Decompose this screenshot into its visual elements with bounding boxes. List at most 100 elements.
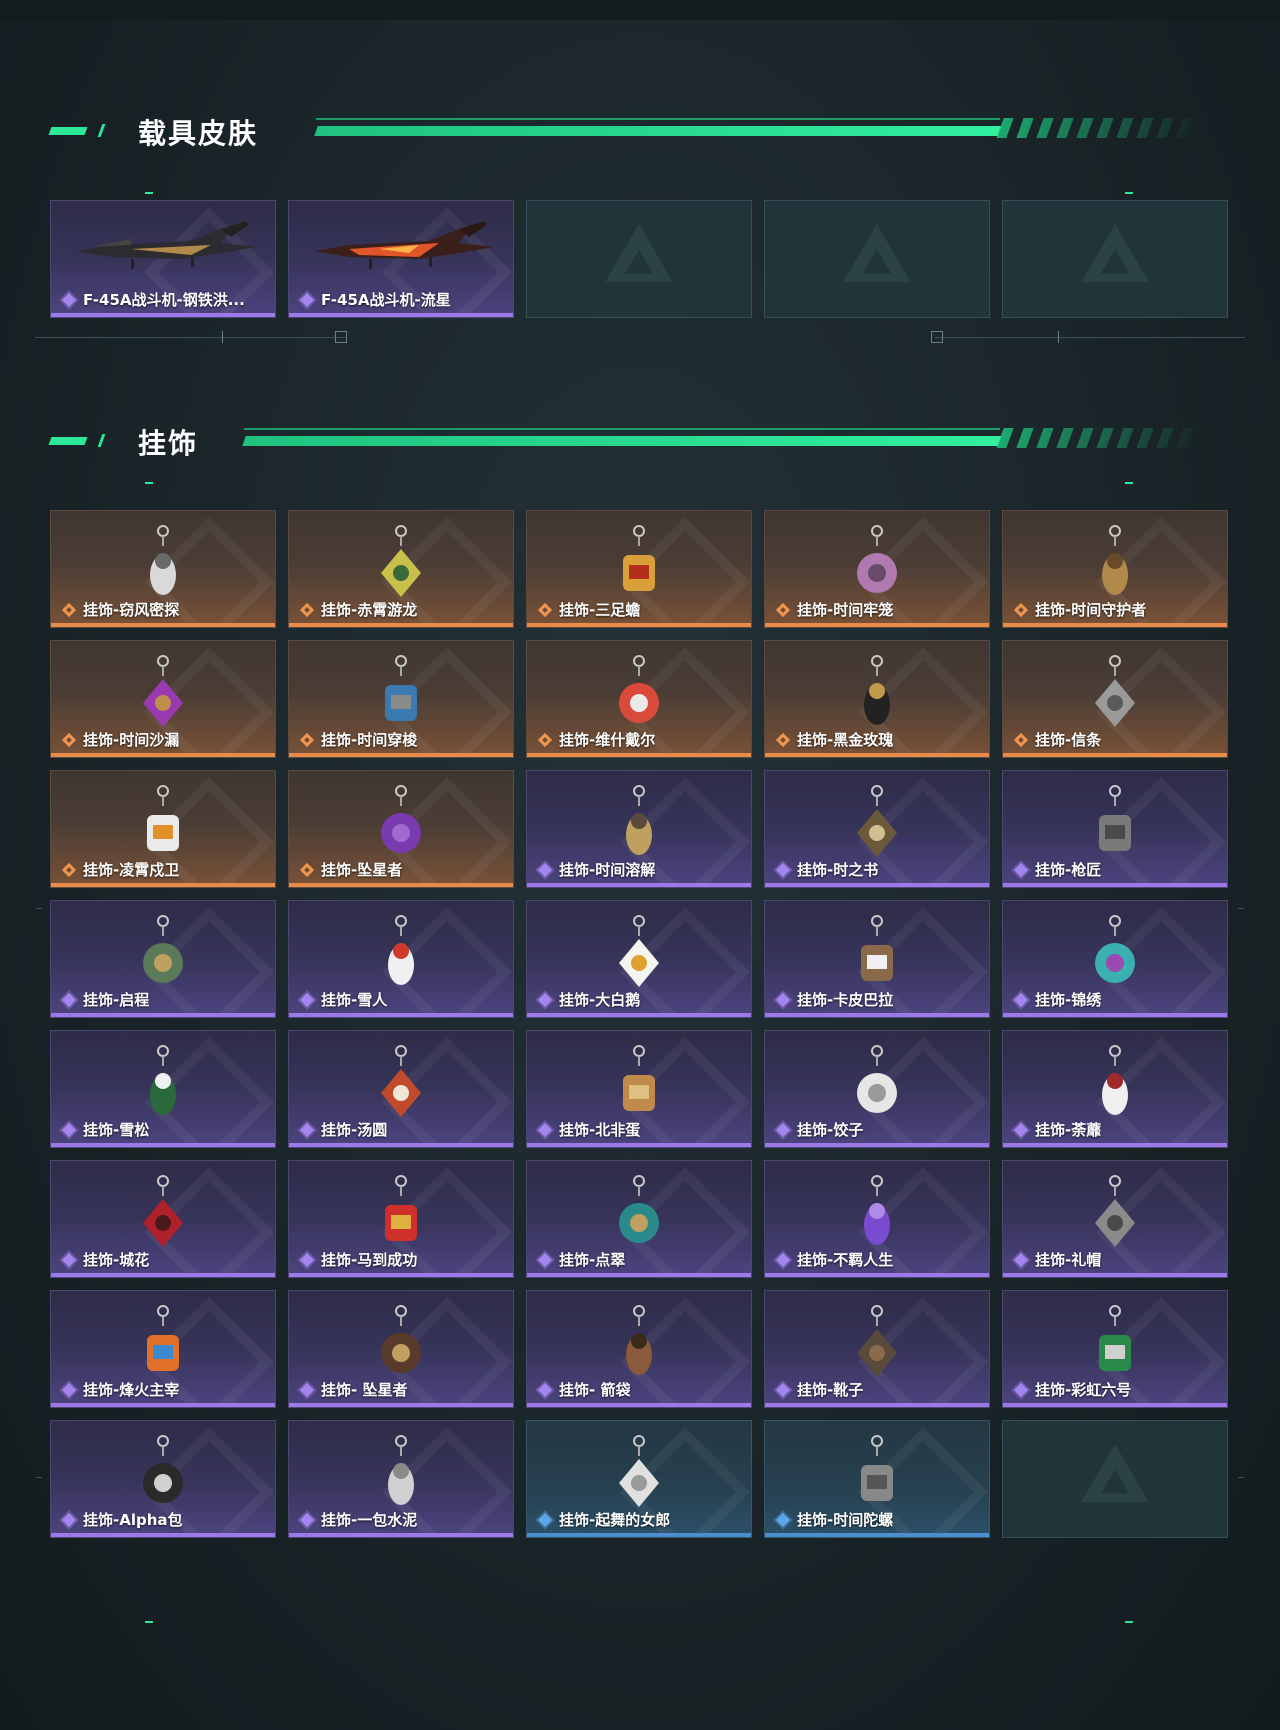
item-label: 挂饰-烽火主宰 <box>61 1379 179 1400</box>
item-label: 挂饰-彩虹六号 <box>1013 1379 1131 1400</box>
charm-card[interactable]: 挂饰-时间陀螺 <box>764 1420 990 1538</box>
rarity-stripe <box>289 1143 513 1147</box>
item-label: 挂饰-三足蟾 <box>537 599 640 620</box>
charm-image <box>133 525 193 595</box>
logo-watermark-cutout <box>1101 249 1129 274</box>
chain-icon <box>638 1186 640 1196</box>
charm-image <box>133 785 193 855</box>
charm-card[interactable]: 挂饰-时之书 <box>764 770 990 888</box>
charm-card[interactable]: 挂饰-靴子 <box>764 1290 990 1408</box>
item-label: 挂饰-维什戴尔 <box>537 729 655 750</box>
charm-card[interactable]: 挂饰-时间守护者 <box>1002 510 1228 628</box>
charm-figure-icon <box>619 1203 659 1243</box>
rarity-stripe <box>765 623 989 627</box>
charm-card[interactable]: 挂饰-汤圆 <box>288 1030 514 1148</box>
item-label: 挂饰-时间沙漏 <box>61 729 179 750</box>
charm-card[interactable]: 挂饰-凌霄戍卫 <box>50 770 276 888</box>
charm-image <box>1085 785 1145 855</box>
charm-card[interactable]: 挂饰-信条 <box>1002 640 1228 758</box>
charm-card[interactable]: 挂饰-点翠 <box>526 1160 752 1278</box>
charm-figure-icon <box>143 1199 183 1247</box>
charm-card[interactable]: 挂饰-窃风密探 <box>50 510 276 628</box>
rarity-diamond-icon <box>299 862 315 877</box>
charm-card[interactable]: 挂饰-时间沙漏 <box>50 640 276 758</box>
rarity-stripe <box>527 1273 751 1277</box>
charm-card[interactable]: 挂饰-彩虹六号 <box>1002 1290 1228 1408</box>
charm-card[interactable]: 挂饰-Alpha包 <box>50 1420 276 1538</box>
charm-card[interactable]: 挂饰-赤霄游龙 <box>288 510 514 628</box>
header-line <box>242 436 1002 446</box>
charm-card[interactable]: 挂饰-维什戴尔 <box>526 640 752 758</box>
chain-icon <box>876 666 878 676</box>
charm-card[interactable]: 挂饰-启程 <box>50 900 276 1018</box>
charm-card[interactable]: 挂饰-时间牢笼 <box>764 510 990 628</box>
header-accent-bar <box>48 437 88 445</box>
skin-card[interactable]: F-45A战斗机-流星 <box>288 200 514 318</box>
charm-image <box>1085 1175 1145 1247</box>
rarity-stripe <box>527 883 751 887</box>
charm-card[interactable]: 挂饰-一包水泥 <box>288 1420 514 1538</box>
charm-figure-icon <box>623 1075 655 1111</box>
charm-image <box>1085 655 1145 727</box>
charm-image <box>609 915 669 987</box>
charm-card[interactable]: 挂饰-黑金玫瑰 <box>764 640 990 758</box>
charm-card[interactable]: 挂饰-北非蛋 <box>526 1030 752 1148</box>
charm-card[interactable]: 挂饰-荼蘼 <box>1002 1030 1228 1148</box>
charm-card[interactable]: 挂饰-三足蟾 <box>526 510 752 628</box>
charm-figure-icon <box>1099 815 1131 851</box>
item-label: 挂饰-不羁人生 <box>775 1249 893 1270</box>
item-name: 挂饰-时间溶解 <box>559 861 656 879</box>
chain-icon <box>638 1316 640 1326</box>
rarity-stripe <box>51 1273 275 1277</box>
charm-card[interactable]: 挂饰-卡皮巴拉 <box>764 900 990 1018</box>
charm-figure-icon <box>1102 553 1128 595</box>
charm-card[interactable]: 挂饰- 箭袋 <box>526 1290 752 1408</box>
charm-card[interactable]: 挂饰-饺子 <box>764 1030 990 1148</box>
item-label: 挂饰-凌霄戍卫 <box>61 859 179 880</box>
header-checker-pattern <box>996 118 1204 138</box>
rarity-diamond-icon <box>299 1122 315 1137</box>
charm-card[interactable]: 挂饰-雪松 <box>50 1030 276 1148</box>
header-accent-tick <box>97 124 106 137</box>
rarity-diamond-icon <box>299 732 315 747</box>
charm-card[interactable]: 挂饰-锦绣 <box>1002 900 1228 1018</box>
chain-icon <box>400 666 402 676</box>
charm-figure-icon <box>385 685 417 721</box>
charm-card[interactable]: 挂饰-城花 <box>50 1160 276 1278</box>
item-label: 挂饰-礼帽 <box>1013 1249 1101 1270</box>
charm-image <box>847 1045 907 1115</box>
item-name: 挂饰-时间牢笼 <box>797 601 894 619</box>
charm-card[interactable]: 挂饰-雪人 <box>288 900 514 1018</box>
charm-image <box>609 525 669 595</box>
charm-card[interactable]: 挂饰-不羁人生 <box>764 1160 990 1278</box>
empty-slot <box>1002 1420 1228 1538</box>
chain-icon <box>1114 796 1116 806</box>
charm-card[interactable]: 挂饰- 坠星者 <box>288 1290 514 1408</box>
item-label: 挂饰-北非蛋 <box>537 1119 640 1140</box>
item-name: F-45A战斗机-流星 <box>321 291 451 309</box>
charm-card[interactable]: 挂饰-大白鹅 <box>526 900 752 1018</box>
rarity-stripe <box>51 753 275 757</box>
charm-card[interactable]: 挂饰-起舞的女郎 <box>526 1420 752 1538</box>
item-label: 挂饰-雪人 <box>299 989 387 1010</box>
charm-card[interactable]: 挂饰-时间溶解 <box>526 770 752 888</box>
charm-card[interactable]: 挂饰-坠星者 <box>288 770 514 888</box>
charm-card[interactable]: 挂饰-烽火主宰 <box>50 1290 276 1408</box>
charm-card[interactable]: 挂饰-枪匠 <box>1002 770 1228 888</box>
charm-card[interactable]: 挂饰-马到成功 <box>288 1160 514 1278</box>
timeline-line-left <box>35 337 345 338</box>
item-name: 挂饰-大白鹅 <box>559 991 641 1009</box>
charm-figure-icon <box>388 1463 414 1505</box>
rarity-diamond-icon <box>537 1252 553 1267</box>
item-label: 挂饰-一包水泥 <box>299 1509 417 1530</box>
rarity-diamond-icon <box>537 1382 553 1397</box>
timeline-mark <box>222 331 223 343</box>
item-label: 挂饰-马到成功 <box>299 1249 417 1270</box>
item-name: 挂饰- 箭袋 <box>559 1381 631 1399</box>
charm-card[interactable]: 挂饰-时间穿梭 <box>288 640 514 758</box>
item-name: 挂饰-时间陀螺 <box>797 1511 894 1529</box>
charm-image <box>371 655 431 725</box>
charm-card[interactable]: 挂饰-礼帽 <box>1002 1160 1228 1278</box>
charm-figure-icon <box>150 553 176 595</box>
skin-card[interactable]: F-45A战斗机-钢铁洪... <box>50 200 276 318</box>
